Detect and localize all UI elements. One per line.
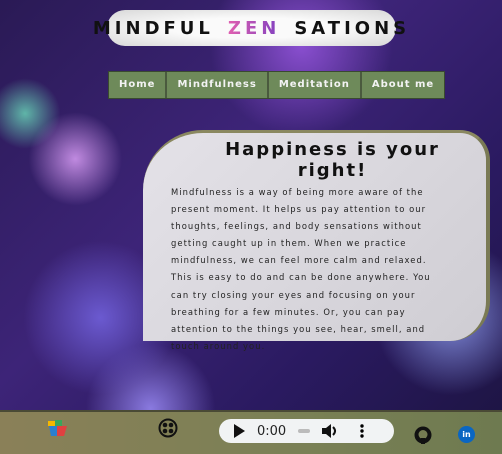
puzzle-logo-icon[interactable] — [47, 418, 69, 438]
film-reel-icon[interactable] — [158, 418, 178, 438]
volume-icon[interactable] — [322, 424, 338, 438]
title-part-3: SATIONS — [294, 17, 411, 39]
nav-meditation[interactable]: Meditation — [268, 72, 362, 98]
nav-home[interactable]: Home — [109, 72, 168, 98]
content-card: Happiness is your right! Mindfulness is … — [143, 130, 490, 351]
text-line: touch around you. — [171, 340, 266, 351]
text-line: mindfulness, we can feel more calm and r… — [171, 255, 427, 266]
more-vert-icon[interactable] — [360, 424, 364, 438]
audio-time: 0:00 — [257, 423, 287, 439]
text-line: breathing for a few minutes. Or, you can… — [171, 306, 406, 317]
text-line: Mindfulness is a way of being more aware… — [171, 187, 424, 197]
site-title: MINDFUL ZEN SATIONS — [93, 10, 406, 46]
play-icon[interactable] — [233, 424, 245, 438]
card-text: Mindfulness is a way of being more aware… — [171, 184, 476, 355]
linkedin-icon[interactable]: in — [458, 426, 475, 443]
text-line: attention to the things you see, hear, s… — [171, 323, 426, 334]
main-nav: Home Mindfulness Meditation About me — [108, 71, 446, 99]
text-line: thoughts, feelings, and body sensations … — [171, 221, 422, 232]
text-line: can try closing your eyes and focusing o… — [171, 289, 416, 300]
title-part-zen: ZEN — [227, 17, 281, 39]
github-icon[interactable] — [414, 426, 432, 444]
nav-mindfulness[interactable]: Mindfulness — [167, 72, 269, 98]
nav-about-me[interactable]: About me — [361, 72, 445, 98]
title-part-1: MINDFUL — [92, 17, 214, 39]
text-line: This is easy to do and can be done anywh… — [171, 272, 431, 283]
audio-player: 0:00 — [219, 419, 394, 443]
card-heading: Happiness is your right! — [225, 139, 440, 181]
text-line: present moment. It helps us pay attentio… — [171, 204, 427, 215]
audio-seek-slider[interactable] — [298, 429, 311, 433]
text-line: getting caught up in them. When we pract… — [171, 238, 407, 249]
